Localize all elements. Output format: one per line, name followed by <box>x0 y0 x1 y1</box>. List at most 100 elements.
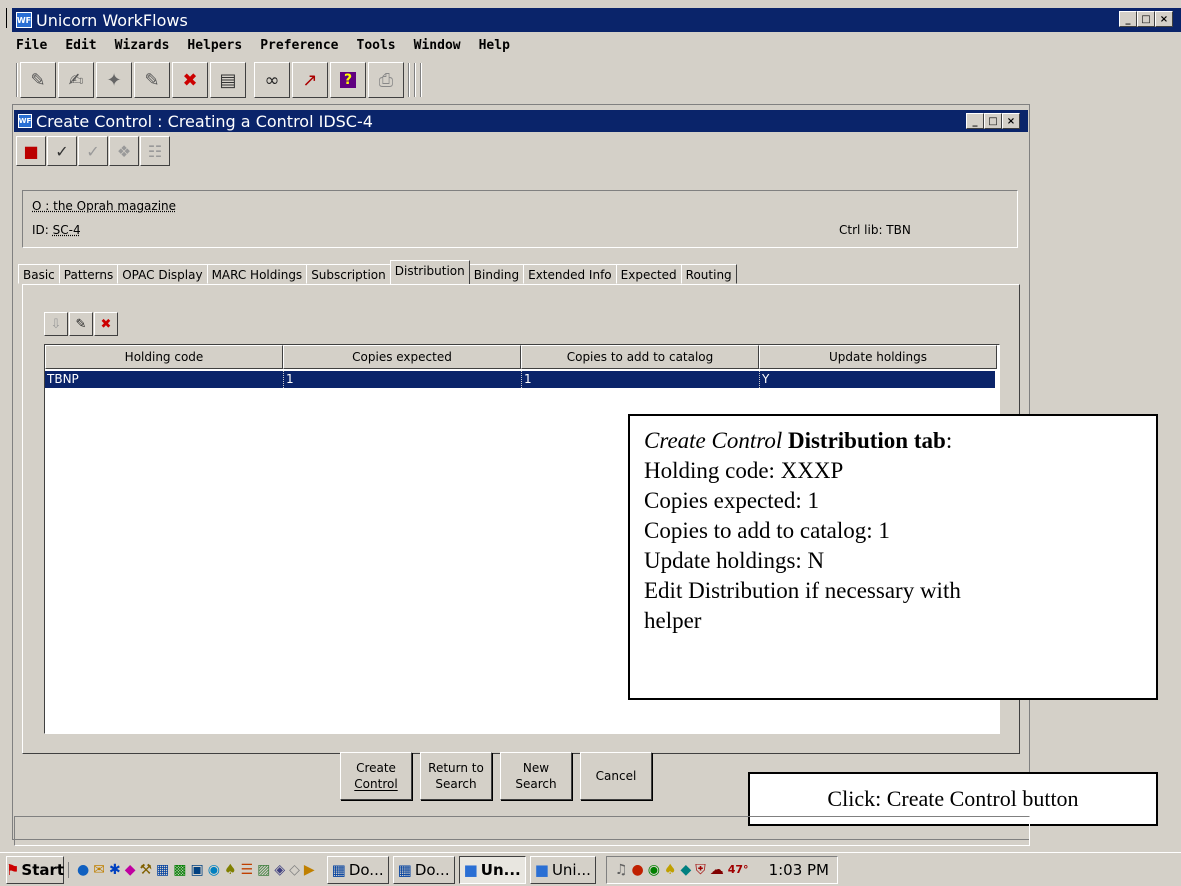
callout-line: Update holdings: N <box>644 548 825 573</box>
callout-heading: Create Control Distribution tab: <box>644 426 1142 456</box>
app-icon[interactable]: ◆ <box>125 862 136 878</box>
menu-wizards[interactable]: Wizards <box>115 38 170 53</box>
cell-update-holdings[interactable]: Y <box>759 371 995 388</box>
cell-copies-to-add[interactable]: 1 <box>521 371 759 388</box>
help-icon[interactable]: ? <box>330 62 366 98</box>
globe-icon[interactable]: ◉ <box>208 862 220 878</box>
diamond-icon[interactable]: ◇ <box>289 862 300 878</box>
child-close-button[interactable]: × <box>1002 113 1020 129</box>
discharge-icon[interactable]: ✍ <box>58 62 94 98</box>
create-control-button[interactable]: Create Control <box>340 752 412 800</box>
ie-icon[interactable]: ● <box>77 862 89 878</box>
delete-icon[interactable]: ✖ <box>172 62 208 98</box>
child-titlebar[interactable]: WF Create Control : Creating a Control I… <box>14 110 1028 132</box>
book-icon[interactable]: ■ <box>16 136 46 166</box>
print-icon[interactable]: ⎙ <box>368 62 404 98</box>
star-icon[interactable]: ✱ <box>109 862 121 878</box>
task-doc-1[interactable]: ▦ Do... <box>326 855 389 884</box>
antivirus-icon[interactable]: ● <box>631 862 643 878</box>
start-button[interactable]: ⚑ Start <box>5 855 65 884</box>
chart-icon[interactable]: ▩ <box>173 862 186 878</box>
tab-extended-info[interactable]: Extended Info <box>523 264 617 284</box>
child-minimize-button[interactable]: _ <box>966 113 984 129</box>
messenger-icon[interactable]: ♠ <box>664 862 677 878</box>
check-icon[interactable]: ✓ <box>78 136 108 166</box>
status-bar <box>14 816 1030 846</box>
new-label-2: Search <box>515 777 557 791</box>
col-holding-code[interactable]: Holding code <box>45 345 283 369</box>
checkout-icon[interactable]: ✎ <box>20 62 56 98</box>
update-icon[interactable]: ◆ <box>680 862 691 878</box>
add-row-icon[interactable]: ⇩ <box>44 312 68 336</box>
cell-holding-code[interactable]: TBNP <box>45 371 283 388</box>
clock[interactable]: 1:03 PM <box>769 861 829 879</box>
tool-icon[interactable]: ⚒ <box>139 862 152 878</box>
glasses-icon[interactable]: ∞ <box>254 62 290 98</box>
people-icon[interactable]: ♠ <box>224 862 237 878</box>
volume-icon[interactable]: ♫ <box>615 862 628 878</box>
image-icon[interactable]: ▨ <box>257 862 270 878</box>
new-search-button[interactable]: New Search <box>500 752 572 800</box>
play-icon[interactable]: ▶ <box>304 862 315 878</box>
tab-subscription[interactable]: Subscription <box>306 264 391 284</box>
col-copies-expected[interactable]: Copies expected <box>283 345 521 369</box>
maximize-button[interactable]: □ <box>1137 11 1155 27</box>
report-icon[interactable]: ↗ <box>292 62 328 98</box>
shield-icon[interactable]: ⛨ <box>695 862 706 878</box>
task-unicorn-1[interactable]: ■ Un... <box>458 855 526 884</box>
col-copies-to-add[interactable]: Copies to add to catalog <box>521 345 759 369</box>
edit-icon[interactable]: ✓ <box>47 136 77 166</box>
windows-logo-icon: ⚑ <box>5 860 20 879</box>
close-button[interactable]: × <box>1155 11 1173 27</box>
menu-help[interactable]: Help <box>479 38 510 53</box>
tab-basic[interactable]: Basic <box>18 264 60 284</box>
tab-distribution[interactable]: Distribution <box>389 260 470 284</box>
col-update-holdings[interactable]: Update holdings <box>759 345 997 369</box>
menu-preference[interactable]: Preference <box>260 38 338 53</box>
display-icon[interactable]: ▤ <box>210 62 246 98</box>
menu-window[interactable]: Window <box>414 38 461 53</box>
start-label: Start <box>21 860 65 879</box>
toolbar-grip-right-3 <box>420 63 422 97</box>
users-icon[interactable]: ✎ <box>134 62 170 98</box>
callout-heading-bold: Distribution tab <box>787 428 946 453</box>
app-titlebar[interactable]: WF Unicorn WorkFlows <box>12 8 1181 32</box>
action-buttons: Create Control Return to Search New Sear… <box>340 752 652 800</box>
child-maximize-button[interactable]: □ <box>984 113 1002 129</box>
cancel-button[interactable]: Cancel <box>580 752 652 800</box>
minimize-button[interactable]: _ <box>1119 11 1137 27</box>
delete-row-icon[interactable]: ✖ <box>94 312 118 336</box>
menu-edit[interactable]: Edit <box>65 38 96 53</box>
mail-icon[interactable]: ✉ <box>93 862 105 878</box>
tab-patterns[interactable]: Patterns <box>58 264 119 284</box>
tab-marc-holdings[interactable]: MARC Holdings <box>206 264 308 284</box>
items-icon[interactable]: ✦ <box>96 62 132 98</box>
callout-heading-italic: Create Control <box>644 428 783 453</box>
tab-binding[interactable]: Binding <box>468 264 525 284</box>
stack-icon[interactable]: ☷ <box>140 136 170 166</box>
copy-icon[interactable]: ❖ <box>109 136 139 166</box>
return-to-search-button[interactable]: Return to Search <box>420 752 492 800</box>
task-unicorn-2[interactable]: ■ Uni... <box>529 855 596 884</box>
weather-icon[interactable]: ☁ <box>710 862 724 878</box>
network-icon[interactable]: ◉ <box>648 862 660 878</box>
table-row[interactable]: TBNP 1 1 Y <box>45 371 995 388</box>
tab-routing[interactable]: Routing <box>680 264 737 284</box>
menu-helpers[interactable]: Helpers <box>187 38 242 53</box>
toolbar-grip[interactable] <box>16 63 18 97</box>
tab-expected[interactable]: Expected <box>615 264 682 284</box>
callout-line: Holding code: XXXP <box>644 458 844 483</box>
word-icon[interactable]: ▦ <box>156 862 169 878</box>
menu-tools[interactable]: Tools <box>357 38 396 53</box>
menubar: File Edit Wizards Helpers Preference Too… <box>12 34 510 56</box>
callout-line: Copies to add to catalog: 1 <box>644 518 890 543</box>
paint-icon[interactable]: ◈ <box>274 862 285 878</box>
task-doc-2[interactable]: ▦ Do... <box>392 855 455 884</box>
notes-icon[interactable]: ☰ <box>241 862 254 878</box>
db-icon[interactable]: ▣ <box>191 862 204 878</box>
cell-copies-expected[interactable]: 1 <box>283 371 521 388</box>
menu-file[interactable]: File <box>16 38 47 53</box>
tab-opac-display[interactable]: OPAC Display <box>117 264 208 284</box>
main-toolbar: ✎ ✍ ✦ ✎ ✖ ▤ ∞ ↗ ? ⎙ <box>14 60 422 100</box>
edit-row-icon[interactable]: ✎ <box>69 312 93 336</box>
